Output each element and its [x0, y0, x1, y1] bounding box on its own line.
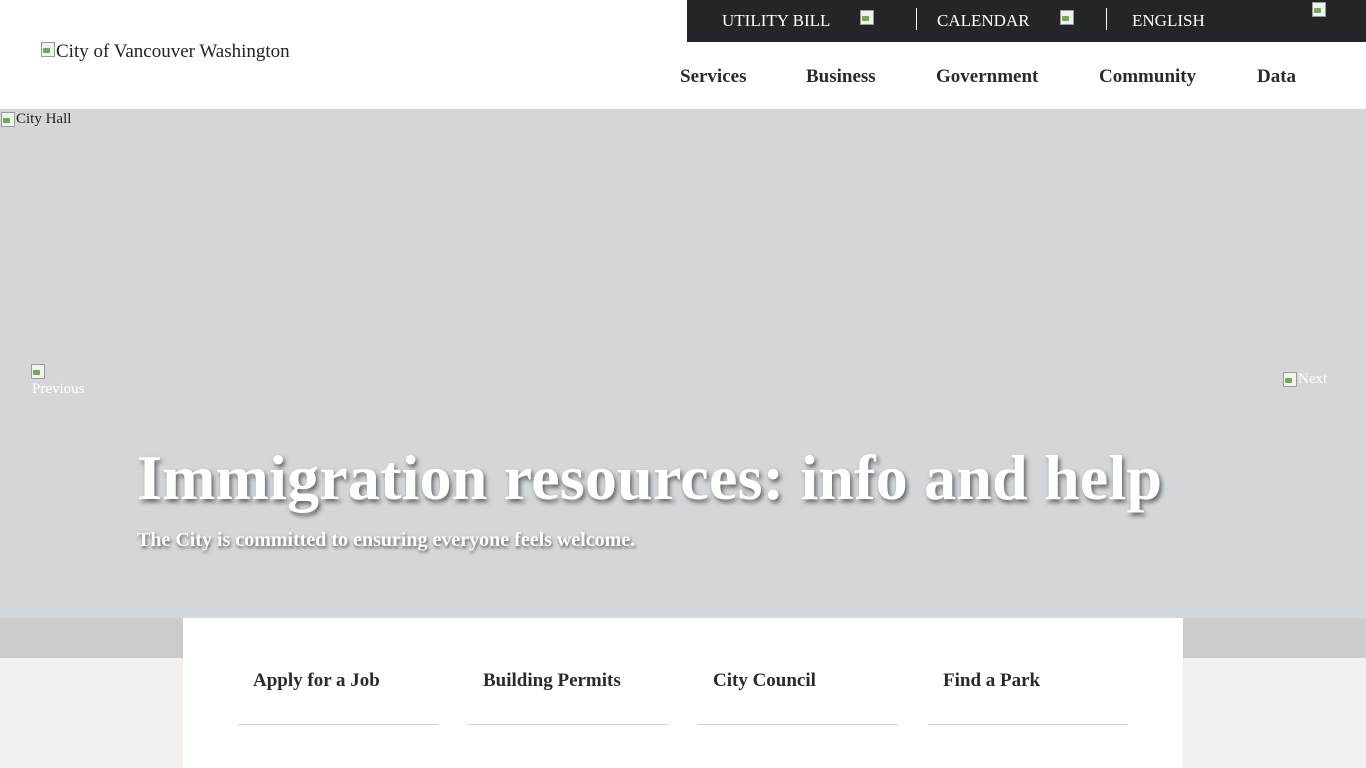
nav-community[interactable]: Community [1099, 66, 1196, 88]
nav-government[interactable]: Government [936, 66, 1038, 88]
pay-icon[interactable] [859, 9, 883, 33]
next-label: Next [1298, 371, 1328, 387]
hero-image-alt: City Hall [16, 111, 72, 127]
quick-link-apply-job[interactable]: Apply for a Job [238, 618, 438, 725]
site-header: City of Vancouver Washington UTILITY BIL… [0, 0, 1366, 109]
calendar-image-icon [1059, 9, 1075, 25]
logo-alt-text: City of Vancouver Washington [56, 41, 290, 62]
search-image-icon [1311, 1, 1327, 17]
search-icon[interactable] [1311, 1, 1341, 37]
quick-link-label: City Council [713, 670, 816, 691]
city-logo-link[interactable]: City of Vancouver Washington [40, 41, 290, 63]
nav-services[interactable]: Services [680, 66, 746, 88]
previous-label: Previous [32, 381, 85, 397]
previous-arrow-icon [30, 363, 46, 379]
nav-data[interactable]: Data [1257, 66, 1296, 88]
hero-subtitle: The City is committed to ensuring everyo… [137, 529, 636, 551]
hero-title: Immigration resources: info and help [137, 442, 1163, 513]
logo-image-icon [40, 41, 56, 57]
divider [1106, 8, 1107, 30]
calendar-icon[interactable] [1059, 9, 1083, 33]
utility-bill-link[interactable]: UTILITY BILL [722, 11, 830, 31]
divider [916, 8, 917, 30]
carousel-previous-button[interactable]: Previous [30, 363, 85, 397]
quick-link-building-permits[interactable]: Building Permits [468, 618, 668, 725]
quick-links-panel: Apply for a Job Building Permits City Co… [183, 618, 1183, 768]
language-selector[interactable]: ENGLISH [1132, 11, 1205, 31]
hero-image: City Hall [0, 111, 71, 128]
next-arrow-icon [1282, 371, 1298, 387]
carousel-next-button[interactable]: Next [1282, 371, 1327, 388]
hero-image-icon [0, 111, 16, 127]
quick-link-label: Find a Park [943, 670, 1041, 691]
quick-link-label: Building Permits [483, 670, 621, 691]
pay-image-icon [859, 9, 875, 25]
calendar-link[interactable]: CALENDAR [937, 11, 1030, 31]
quick-link-find-park[interactable]: Find a Park [928, 618, 1128, 725]
nav-business[interactable]: Business [806, 66, 876, 88]
quick-link-city-council[interactable]: City Council [698, 618, 898, 725]
hero-carousel: City Hall Previous Next Immigration reso… [0, 109, 1366, 618]
quick-link-label: Apply for a Job [253, 670, 380, 691]
utility-bar: UTILITY BILL CALENDAR ENGLISH [687, 0, 1366, 42]
